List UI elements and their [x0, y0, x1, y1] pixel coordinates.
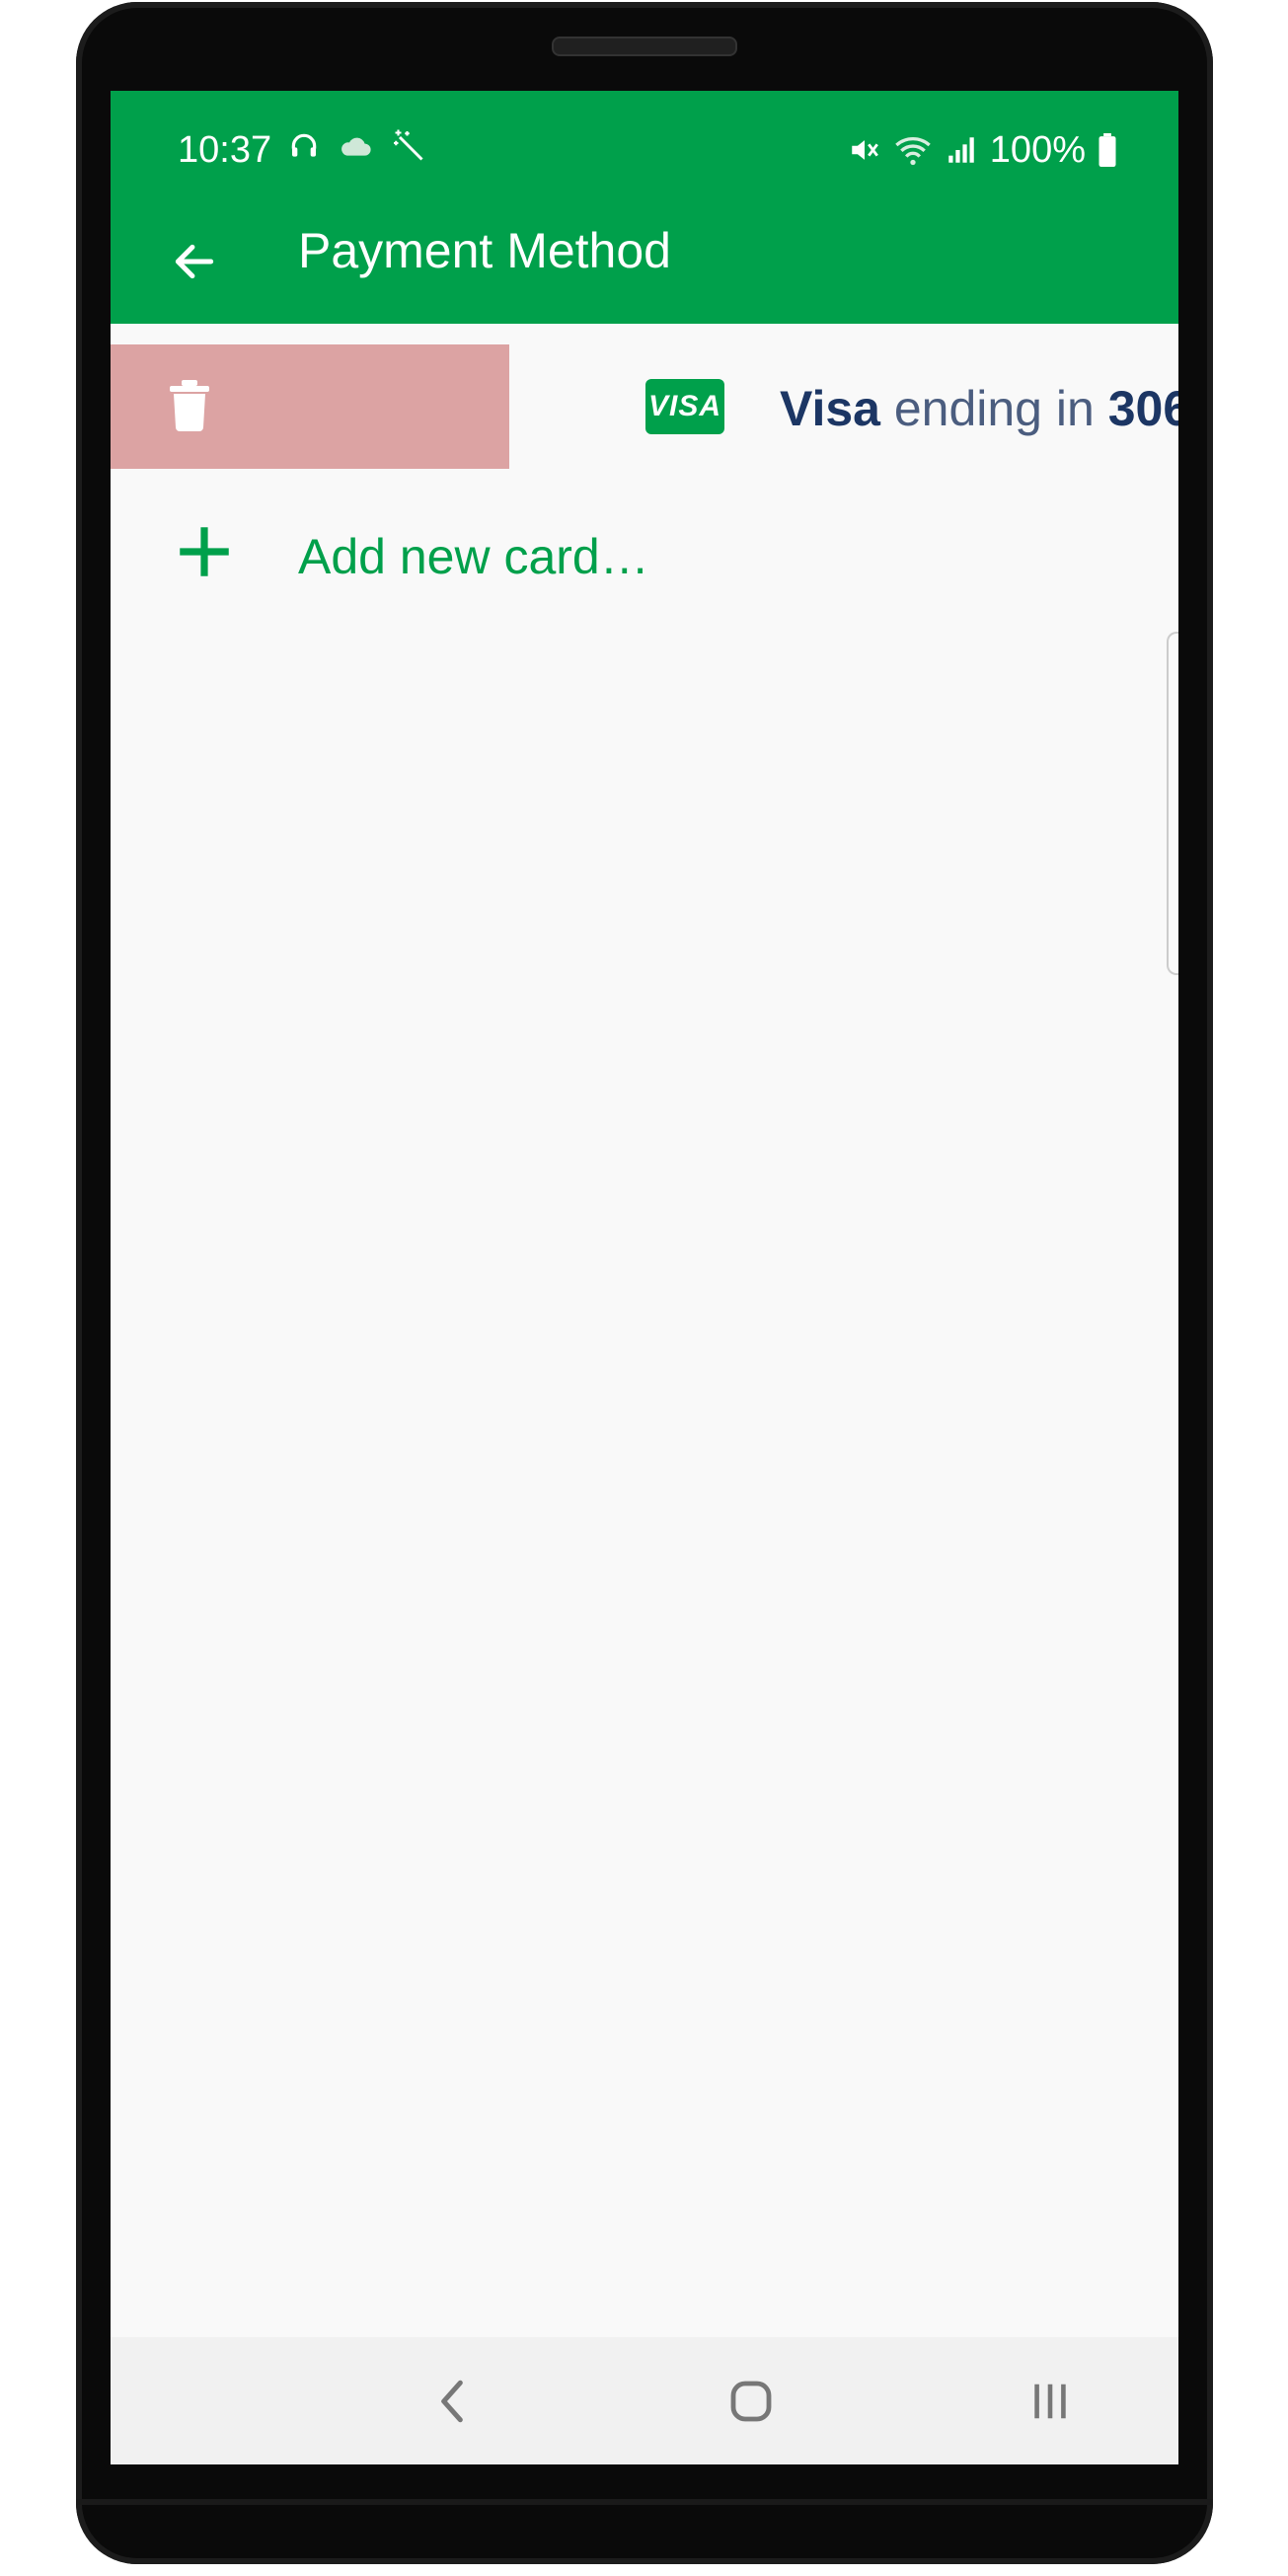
- card-label-middle: ending in: [879, 381, 1108, 436]
- home-nav-icon: [730, 2381, 772, 2422]
- battery-percent: 100%: [989, 129, 1086, 171]
- card-last4: 3063: [1107, 381, 1178, 436]
- visa-card-badge: VISA: [645, 379, 724, 434]
- delete-card-swipe-action[interactable]: [111, 344, 509, 469]
- system-nav-bar: [111, 2337, 1178, 2464]
- add-new-card-label: Add new card…: [298, 529, 649, 584]
- card-label: Visa ending in 3063: [780, 381, 1178, 436]
- status-icons-left: [288, 128, 426, 164]
- nav-back-button[interactable]: [413, 2367, 492, 2436]
- add-new-card-button[interactable]: Add new card…: [111, 495, 1178, 634]
- arrow-left-icon: [175, 244, 214, 279]
- plus-icon: [180, 527, 229, 576]
- page-title: Payment Method: [298, 223, 671, 278]
- nav-home-button[interactable]: [712, 2367, 791, 2436]
- signal-icon: [948, 137, 974, 163]
- mute-icon: [852, 140, 878, 160]
- earpiece-speaker: [552, 37, 737, 56]
- status-icons-right: 100%: [848, 128, 1117, 172]
- back-button[interactable]: [150, 217, 239, 306]
- saved-card-item[interactable]: VISA Visa ending in 3063: [509, 344, 1178, 469]
- cloud-icon: [341, 137, 371, 156]
- edge-panel-handle[interactable]: [1167, 632, 1178, 975]
- wifi-icon: [895, 137, 931, 166]
- screen: 10:37 100% Payment Method VISA Visa endi…: [111, 91, 1178, 2464]
- trash-icon: [170, 380, 209, 431]
- phone-chin: [76, 2499, 1213, 2505]
- status-time: 10:37: [178, 129, 272, 171]
- back-nav-icon: [441, 2380, 463, 2423]
- headphones-icon: [291, 133, 317, 157]
- recents-nav-icon: [1034, 2384, 1066, 2419]
- app-bar: 10:37 100% Payment Method: [111, 91, 1178, 324]
- card-brand: Visa: [780, 381, 880, 436]
- magic-wand-icon: [394, 129, 423, 161]
- battery-icon: [1099, 133, 1116, 167]
- nav-recents-button[interactable]: [1011, 2367, 1090, 2436]
